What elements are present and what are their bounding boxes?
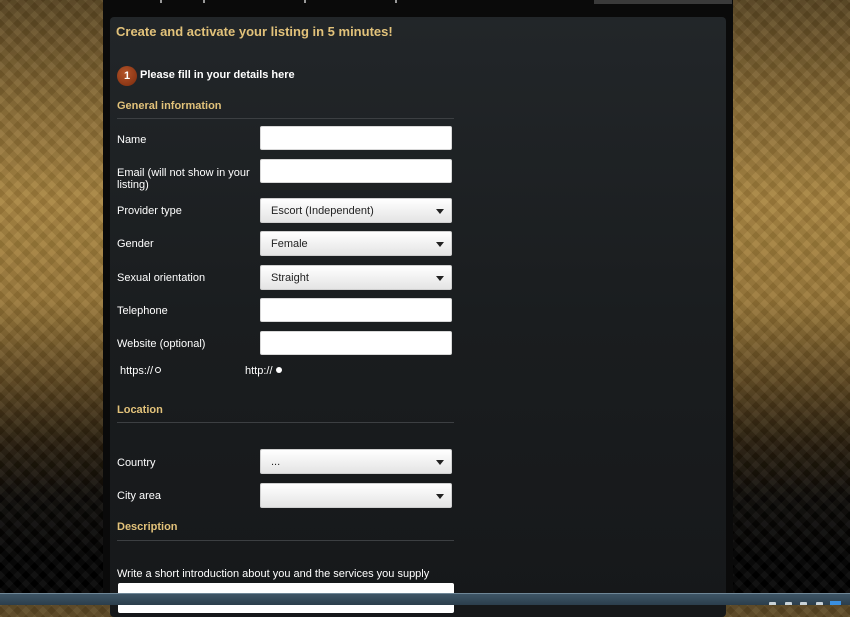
protocol-http-label: http://	[245, 365, 273, 377]
nav-divider	[395, 0, 397, 3]
top-bar	[103, 0, 733, 10]
section-divider	[117, 540, 454, 541]
nav-divider	[160, 0, 162, 3]
country-label: Country	[117, 457, 156, 469]
intro-label: Write a short introduction about you and…	[117, 568, 430, 580]
page-headline: Create and activate your listing in 5 mi…	[116, 24, 393, 39]
chevron-down-icon	[436, 276, 444, 281]
chevron-down-icon	[436, 494, 444, 499]
provider-type-value: Escort (Independent)	[271, 205, 374, 217]
telephone-label: Telephone	[117, 305, 168, 317]
website-label: Website (optional)	[117, 338, 206, 350]
city-area-select[interactable]	[260, 483, 452, 508]
chevron-down-icon	[436, 209, 444, 214]
city-area-label: City area	[117, 490, 162, 502]
nav-item-active[interactable]	[594, 0, 732, 4]
protocol-https-label: https://	[120, 365, 154, 377]
tray-notification-icon[interactable]	[830, 601, 841, 605]
orientation-select[interactable]: Straight	[260, 265, 452, 290]
section-heading-general: General information	[117, 100, 222, 112]
section-heading-description: Description	[117, 521, 178, 533]
section-heading-location: Location	[117, 404, 163, 416]
email-label-line1: Email (will not show in your	[117, 167, 250, 179]
email-label-line2: listing)	[117, 179, 149, 191]
email-input[interactable]	[260, 159, 452, 183]
gender-label: Gender	[117, 238, 154, 250]
provider-type-select[interactable]: Escort (Independent)	[260, 198, 452, 223]
protocol-https-radio[interactable]	[155, 367, 161, 373]
country-value: ...	[271, 456, 281, 468]
email-label: Email (will not show in your listing)	[117, 167, 257, 191]
os-taskbar	[0, 593, 850, 605]
step-instruction: Please fill in your details here	[140, 69, 295, 81]
orientation-label: Sexual orientation	[117, 272, 206, 284]
orientation-value: Straight	[271, 272, 309, 284]
chevron-down-icon	[436, 242, 444, 247]
gender-value: Female	[271, 238, 308, 250]
nav-divider	[304, 0, 306, 3]
provider-type-label: Provider type	[117, 205, 182, 217]
nav-divider	[203, 0, 205, 3]
telephone-input[interactable]	[260, 298, 452, 322]
gender-select[interactable]: Female	[260, 231, 452, 256]
section-divider	[117, 422, 454, 423]
protocol-http-radio[interactable]	[276, 367, 282, 373]
country-select[interactable]: ...	[260, 449, 452, 474]
website-input[interactable]	[260, 331, 452, 355]
chevron-down-icon	[436, 460, 444, 465]
step-number-badge: 1	[117, 66, 137, 86]
name-input[interactable]	[260, 126, 452, 150]
name-label: Name	[117, 134, 147, 146]
section-divider	[117, 118, 454, 119]
